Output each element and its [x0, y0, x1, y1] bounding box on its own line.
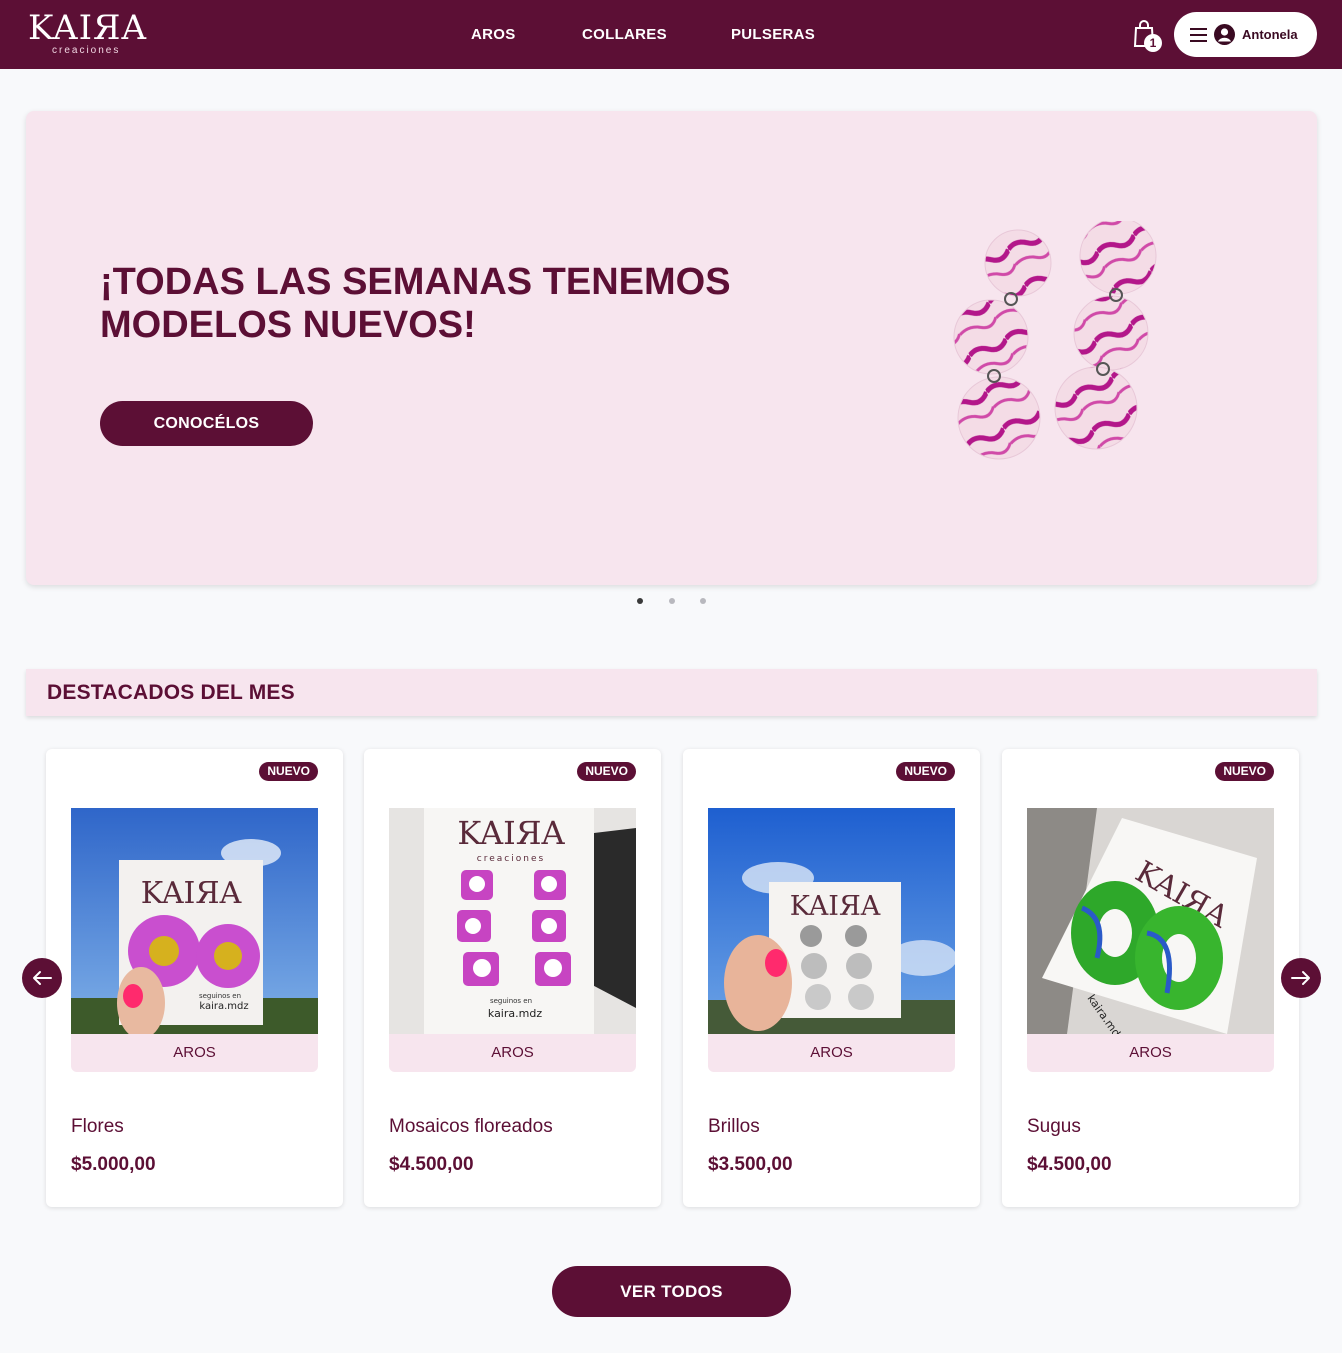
brand-name: KAIЯA: [28, 8, 148, 48]
product-card[interactable]: NUEVO KAIЯA AROS Brillos $3.500,00: [683, 749, 980, 1207]
product-card[interactable]: NUEVO KAIЯA seguinos en kaira.mdz AROS F…: [46, 749, 343, 1207]
product-name[interactable]: Sugus: [1027, 1116, 1081, 1138]
cart-count-badge: 1: [1144, 34, 1162, 52]
card-brand-text: KAIЯA: [141, 876, 242, 911]
product-category: AROS: [389, 1034, 636, 1072]
product-category: AROS: [71, 1034, 318, 1072]
product-image[interactable]: KAIЯA: [708, 808, 955, 1034]
user-circle-icon: [1214, 24, 1235, 45]
product-image[interactable]: KAIЯA creaciones seguinos en kaira.mdz: [389, 808, 636, 1034]
nav-item-collares[interactable]: COLLARES: [582, 26, 667, 43]
product-name[interactable]: Brillos: [708, 1116, 760, 1138]
nav-item-pulseras[interactable]: PULSERAS: [731, 26, 815, 43]
hero-earrings-image: [953, 221, 1157, 460]
carousel-next-button[interactable]: [1281, 958, 1321, 998]
cart-button[interactable]: 1: [1132, 19, 1164, 53]
user-name: Antonela: [1242, 27, 1298, 42]
view-all-button[interactable]: VER TODOS: [552, 1266, 791, 1317]
product-price: $4.500,00: [389, 1154, 474, 1175]
featured-section-title: DESTACADOS DEL MES: [47, 681, 295, 704]
product-price: $3.500,00: [708, 1154, 793, 1175]
product-price: $5.000,00: [71, 1154, 156, 1175]
card-follow-text: seguinos en: [199, 992, 241, 1000]
arrow-left-icon: [33, 971, 52, 985]
card-follow-text: seguinos en: [490, 997, 532, 1005]
carousel-prev-button[interactable]: [22, 958, 62, 998]
carousel-dot-2[interactable]: [669, 598, 675, 604]
product-category: AROS: [708, 1034, 955, 1072]
product-card[interactable]: NUEVO KAIЯA creaciones seguinos en kaira…: [364, 749, 661, 1207]
product-card[interactable]: NUEVO KAIЯA kaira.mdz AROS Sugus $4.500,…: [1002, 749, 1299, 1207]
product-price: $4.500,00: [1027, 1154, 1112, 1175]
new-badge: NUEVO: [577, 762, 636, 781]
brand-tagline: creaciones: [52, 45, 121, 56]
new-badge: NUEVO: [896, 762, 955, 781]
product-name[interactable]: Mosaicos floreados: [389, 1116, 553, 1138]
product-image[interactable]: KAIЯA kaira.mdz: [1027, 808, 1274, 1034]
new-badge: NUEVO: [259, 762, 318, 781]
nav-item-aros[interactable]: AROS: [471, 26, 516, 43]
top-header: KAIЯA creaciones AROS COLLARES PULSERAS …: [0, 0, 1342, 69]
card-handle-text: kaira.mdz: [488, 1007, 542, 1020]
hero-banner: ¡TODAS LAS SEMANAS TENEMOS MODELOS NUEVO…: [26, 111, 1317, 585]
brand-logo[interactable]: KAIЯA creaciones: [28, 8, 148, 56]
user-menu-button[interactable]: Antonela: [1174, 12, 1317, 57]
card-tagline-text: creaciones: [477, 854, 545, 864]
card-brand-text: KAIЯA: [790, 891, 881, 922]
product-name[interactable]: Flores: [71, 1116, 124, 1138]
card-brand-text: KAIЯA: [457, 814, 565, 852]
hero-title: ¡TODAS LAS SEMANAS TENEMOS MODELOS NUEVO…: [100, 261, 731, 346]
hero-cta-button[interactable]: CONOCÉLOS: [100, 401, 313, 446]
product-category: AROS: [1027, 1034, 1274, 1072]
hamburger-menu-icon: [1190, 27, 1207, 42]
carousel-dots: [0, 596, 1342, 606]
carousel-dot-3[interactable]: [700, 598, 706, 604]
product-image[interactable]: KAIЯA seguinos en kaira.mdz: [71, 808, 318, 1034]
card-handle-text: kaira.mdz: [199, 1001, 248, 1012]
featured-section-header: DESTACADOS DEL MES: [26, 669, 1317, 716]
arrow-right-icon: [1291, 971, 1310, 985]
new-badge: NUEVO: [1215, 762, 1274, 781]
carousel-dot-1[interactable]: [637, 598, 643, 604]
